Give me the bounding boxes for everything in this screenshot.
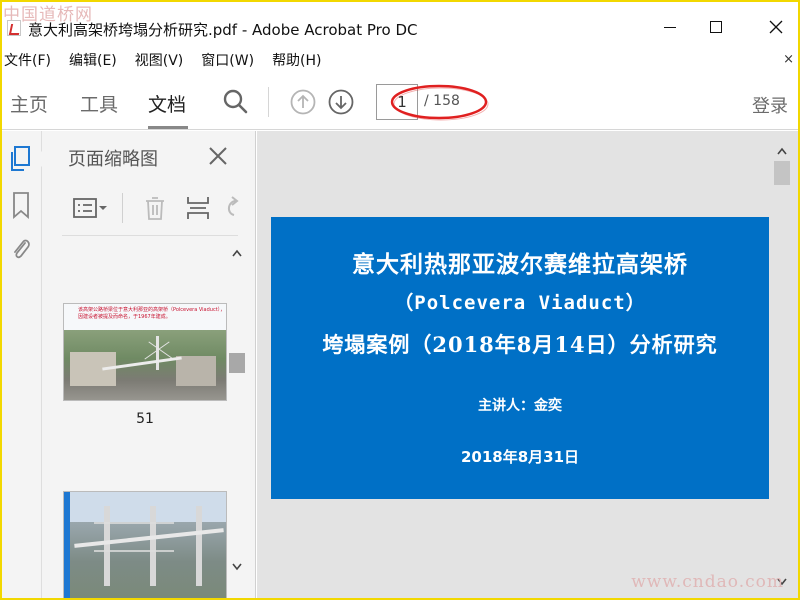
menu-edit[interactable]: 编辑(E) bbox=[69, 50, 117, 70]
maximize-button[interactable] bbox=[696, 12, 736, 42]
thumbnail-panel: 页面缩略图 该高架公路桥梁位于意大利那亚的高架桥（Polcevera Viadu… bbox=[34, 131, 256, 600]
minimize-button[interactable] bbox=[650, 12, 690, 42]
slide-title-line2: 垮塌案例（2018年8月14日）分析研究 bbox=[322, 332, 718, 357]
bookmark-icon[interactable] bbox=[9, 191, 33, 219]
page-thumbnails-icon[interactable] bbox=[9, 145, 33, 173]
page-thumbnail[interactable]: 该高架公路桥梁位于意大利那亚的高架桥（Polcevera Viaduct），因建… bbox=[63, 303, 227, 401]
toolbar-divider bbox=[268, 87, 269, 117]
menu-help[interactable]: 帮助(H) bbox=[272, 50, 321, 70]
slide-title: 意大利热那亚波尔赛维拉高架桥 bbox=[352, 251, 688, 278]
slide-date: 2018年8月31日 bbox=[460, 448, 580, 466]
login-link[interactable]: 登录 bbox=[752, 92, 788, 118]
previous-page-icon[interactable] bbox=[290, 89, 316, 115]
panel-pointer bbox=[34, 151, 42, 167]
insert-page-icon[interactable] bbox=[186, 195, 210, 221]
menu-bar: 文件(F) 编辑(E) 视图(V) 窗口(W) 帮助(H) × bbox=[0, 49, 800, 71]
current-page-highlight bbox=[64, 492, 70, 600]
panel-title: 页面缩略图 bbox=[68, 149, 158, 170]
thumbnail-scrollbar[interactable] bbox=[226, 239, 248, 600]
scroll-up-icon[interactable] bbox=[777, 147, 787, 155]
close-window-button[interactable] bbox=[756, 12, 796, 42]
slide-speaker: 主讲人：金奕 bbox=[478, 398, 562, 414]
search-icon[interactable] bbox=[222, 88, 248, 114]
window-title: 意大利高架桥垮塌分析研究.pdf - Adobe Acrobat Pro DC bbox=[28, 21, 418, 39]
red-ellipse-annotation bbox=[390, 84, 489, 121]
acrobat-app-icon bbox=[7, 20, 21, 36]
menu-view[interactable]: 视图(V) bbox=[135, 50, 184, 70]
active-tab-indicator bbox=[148, 126, 188, 129]
thumbnail-page-number: 51 bbox=[136, 411, 154, 427]
menu-close-doc-icon[interactable]: × bbox=[783, 52, 794, 67]
menu-window[interactable]: 窗口(W) bbox=[201, 50, 254, 70]
tab-home[interactable]: 主页 bbox=[10, 90, 48, 117]
panel-toolbar-divider bbox=[122, 193, 123, 223]
scrollbar-thumb[interactable] bbox=[774, 161, 790, 185]
thumbnail-caption: 该高架公路桥梁位于意大利那亚的高架桥（Polcevera Viaduct），因建… bbox=[78, 307, 226, 320]
pdf-page: 意大利热那亚波尔赛维拉高架桥 （Polcevera Viaduct） 垮塌案例（… bbox=[271, 217, 769, 499]
navigation-rail bbox=[0, 131, 42, 600]
main-toolbar: 主页 工具 文档 1 / 158 登录 bbox=[0, 75, 800, 130]
page-thumbnail[interactable] bbox=[63, 491, 227, 600]
tab-document[interactable]: 文档 bbox=[148, 90, 186, 117]
maximize-icon bbox=[710, 21, 722, 33]
menu-file[interactable]: 文件(F) bbox=[4, 50, 51, 70]
close-panel-icon[interactable] bbox=[208, 146, 228, 166]
close-icon bbox=[769, 20, 783, 34]
next-page-icon[interactable] bbox=[328, 89, 354, 115]
scroll-up-icon[interactable] bbox=[232, 249, 242, 257]
delete-page-icon[interactable] bbox=[144, 195, 166, 221]
title-bar: 中国道桥网 意大利高架桥垮塌分析研究.pdf - Adobe Acrobat P… bbox=[0, 0, 800, 46]
scrollbar-thumb[interactable] bbox=[229, 353, 245, 373]
watermark-text-bottom: www.cndao.com bbox=[631, 572, 784, 592]
document-scrollbar[interactable] bbox=[771, 131, 793, 600]
thumbnail-options-icon[interactable] bbox=[72, 195, 108, 221]
thumbnail-list: 该高架公路桥梁位于意大利那亚的高架桥（Polcevera Viaduct），因建… bbox=[42, 239, 252, 600]
attachment-icon[interactable] bbox=[9, 235, 33, 263]
panel-separator bbox=[62, 235, 238, 236]
document-view[interactable]: 意大利热那亚波尔赛维拉高架桥 （Polcevera Viaduct） 垮塌案例（… bbox=[257, 131, 800, 600]
scroll-down-icon[interactable] bbox=[232, 563, 242, 571]
rotate-page-icon[interactable] bbox=[222, 195, 240, 221]
slide-subtitle: （Polcevera Viaduct） bbox=[394, 292, 646, 314]
tab-tools[interactable]: 工具 bbox=[80, 90, 118, 117]
minimize-icon bbox=[664, 26, 676, 28]
